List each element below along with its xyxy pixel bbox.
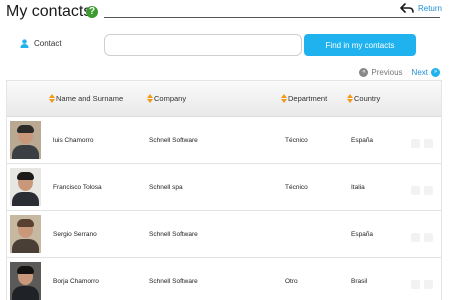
next-link[interactable]: Next (412, 68, 428, 77)
contact-country: Brasil (351, 278, 368, 285)
sort-icon[interactable] (147, 94, 153, 103)
contact-department: Técnico (285, 184, 308, 191)
title-divider (104, 17, 440, 18)
delete-icon[interactable] (424, 139, 433, 148)
table-header: Name and Surname Company Department Coun… (7, 81, 441, 117)
edit-icon[interactable] (411, 280, 420, 289)
row-actions (411, 139, 433, 148)
delete-icon[interactable] (424, 280, 433, 289)
row-actions (411, 233, 433, 242)
previous-icon[interactable]: « (359, 68, 369, 77)
sort-icon[interactable] (347, 94, 353, 103)
column-header-name[interactable]: Name and Surname (49, 94, 123, 103)
contact-company: Schnell Software (149, 231, 198, 238)
sort-icon[interactable] (281, 94, 287, 103)
table-row[interactable]: Francisco Tolosa Schnell spa Técnico Ita… (7, 164, 441, 211)
table-row[interactable]: luis Chamorro Schnell Software Técnico E… (7, 117, 441, 164)
delete-icon[interactable] (424, 233, 433, 242)
contact-country: España (351, 231, 374, 238)
contact-label-text: Contact (34, 39, 62, 48)
contact-name[interactable]: luis Chamorro (53, 137, 93, 144)
contact-company: Schnell Software (149, 137, 198, 144)
return-link[interactable]: Return (400, 3, 442, 13)
delete-icon[interactable] (424, 186, 433, 195)
contact-department: Técnico (285, 137, 308, 144)
column-header-department[interactable]: Department (281, 94, 327, 103)
avatar (10, 168, 41, 206)
avatar (10, 121, 41, 159)
contact-name[interactable]: Sergio Serrano (53, 231, 97, 238)
contact-department: Otro (285, 278, 298, 285)
edit-icon[interactable] (411, 186, 420, 195)
contact-name[interactable]: Francisco Tolosa (53, 184, 102, 191)
contacts-table: Name and Surname Company Department Coun… (6, 80, 442, 300)
contact-company: Schnell spa (149, 184, 183, 191)
return-label[interactable]: Return (418, 4, 442, 13)
find-contacts-button[interactable]: Find in my contacts (304, 34, 416, 56)
sort-icon[interactable] (49, 94, 55, 103)
contact-label: Contact (20, 39, 62, 48)
edit-icon[interactable] (411, 233, 420, 242)
row-actions (411, 186, 433, 195)
column-header-country[interactable]: Country (347, 94, 380, 103)
contact-name[interactable]: Borja Chamorro (53, 278, 99, 285)
table-row[interactable]: Sergio Serrano Schnell Software España (7, 211, 441, 258)
previous-link[interactable]: Previous (371, 68, 402, 77)
return-arrow-icon (400, 3, 414, 13)
contact-country: España (351, 137, 374, 144)
row-actions (411, 280, 433, 289)
next-icon[interactable]: » (431, 68, 440, 77)
column-header-company[interactable]: Company (147, 94, 186, 103)
contact-search-input[interactable] (104, 34, 302, 56)
contact-country: Italia (351, 184, 365, 191)
help-icon[interactable]: ? (86, 6, 98, 18)
user-icon (20, 39, 29, 48)
edit-icon[interactable] (411, 139, 420, 148)
avatar (10, 215, 41, 253)
page-title: My contacts (6, 3, 92, 20)
contact-company: Schnell Software (149, 278, 198, 285)
pagination: « Previous Next » (359, 68, 440, 77)
avatar (10, 262, 41, 300)
table-row[interactable]: Borja Chamorro Schnell Software Otro Bra… (7, 258, 441, 300)
